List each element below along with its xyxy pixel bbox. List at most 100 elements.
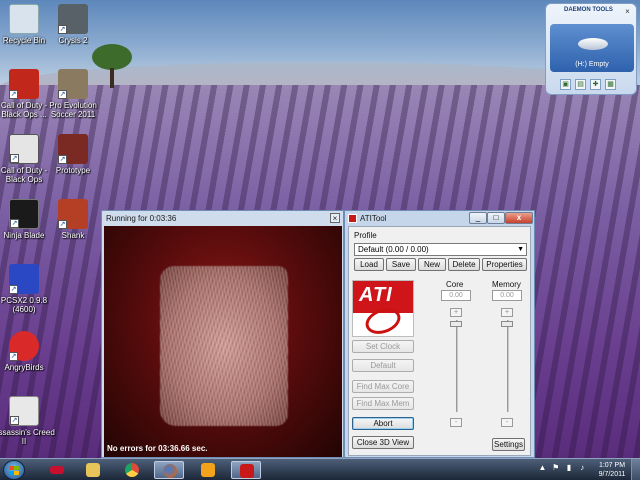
mount-icon[interactable]: ▣	[560, 79, 571, 90]
recycle-bin-icon	[9, 4, 39, 34]
daemon-toolbar: ▣ ▤ ✚ ▦	[560, 79, 624, 91]
desktop-icon-label: Prototype	[55, 166, 91, 175]
chrome-icon	[125, 463, 139, 477]
3d-render-view: No errors for 03:36.66 sec.	[104, 226, 342, 457]
network-icon[interactable]: ▮	[564, 463, 573, 472]
desktop-icon-label: Pro Evolution Soccer 2011	[49, 101, 97, 119]
running-window-titlebar[interactable]: Running for 0:03:36 ×	[102, 211, 343, 226]
memory-increase-button[interactable]: +	[501, 308, 513, 317]
system-tray: ▲ ⚑ ▮ ♪	[538, 463, 590, 477]
taskbar-amd[interactable]	[42, 461, 72, 479]
properties-button[interactable]: Properties	[482, 258, 527, 271]
default-button[interactable]: Default	[352, 359, 414, 372]
daemon-close-button[interactable]: ×	[623, 7, 632, 16]
core-slider-thumb[interactable]	[450, 321, 462, 327]
close-button[interactable]: x	[505, 212, 533, 224]
assassins-creed-icon: ↗	[9, 396, 39, 426]
profile-label: Profile	[354, 231, 377, 240]
running-window: Running for 0:03:36 × No errors for 03:3…	[101, 210, 344, 458]
desktop-icon-angry-birds[interactable]: ↗ AngryBirds	[0, 331, 55, 372]
desktop-icon-label: Crysis 2	[58, 36, 88, 45]
fur-cube-render	[160, 266, 288, 426]
show-desktop-button[interactable]	[631, 459, 640, 480]
ati-logo-text: ATI	[359, 284, 393, 306]
desktop-icon-pcsx2[interactable]: ↗ PCSX2 0.9.8 (4600)	[0, 264, 55, 314]
clock[interactable]: 1:07 PM 9/7/2011	[594, 461, 630, 479]
running-window-title: Running for 0:03:36	[106, 214, 177, 223]
atitool-titlebar[interactable]: ATITool _ □ x	[345, 211, 534, 226]
memory-slider-track[interactable]	[507, 320, 509, 412]
explorer-icon	[86, 463, 100, 477]
taskbar-firefox[interactable]	[154, 461, 184, 479]
taskbar-explorer[interactable]	[78, 461, 108, 479]
abort-button[interactable]: Abort	[352, 417, 414, 430]
taskbar-chrome[interactable]	[117, 461, 147, 479]
pcsx2-icon: ↗	[9, 264, 39, 294]
memory-clock-field[interactable]: 0.00	[492, 290, 522, 301]
core-decrease-button[interactable]: -	[450, 418, 462, 427]
desktop-icon-shank[interactable]: ↗ Shank	[42, 199, 104, 240]
core-slider-track[interactable]	[456, 320, 458, 412]
virtual-drive-label: (H:) Empty	[575, 61, 609, 68]
atitool-title: ATITool	[360, 214, 387, 223]
desktop-icon-assassins-creed[interactable]: ↗ Assassin's Creed II	[0, 396, 55, 446]
daemon-tools-gadget: DAEMON TOOLS × (H:) Empty ▣ ▤ ✚ ▦	[545, 3, 637, 95]
unmount-icon[interactable]: ▤	[575, 79, 586, 90]
new-button[interactable]: New	[418, 258, 446, 271]
disc-icon	[578, 38, 608, 50]
core-label: Core	[446, 280, 464, 289]
shank-icon: ↗	[58, 199, 88, 229]
maximize-button[interactable]: □	[487, 212, 505, 224]
desktop-icon-label: Assassin's Creed II	[0, 428, 55, 446]
show-hidden-icons-icon[interactable]: ▲	[538, 463, 547, 472]
settings-button[interactable]: Settings	[492, 438, 525, 451]
core-increase-button[interactable]: +	[450, 308, 462, 317]
desktop-icon-pes-2011[interactable]: ↗ Pro Evolution Soccer 2011	[42, 69, 104, 119]
atitool-window: ATITool _ □ x Profile Default (0.00 / 0.…	[344, 210, 535, 458]
load-button[interactable]: Load	[354, 258, 384, 271]
taskbar-atitool[interactable]	[231, 461, 261, 479]
action-center-icon[interactable]: ⚑	[551, 463, 560, 472]
clock-date: 9/7/2011	[598, 471, 626, 478]
atitool-body: Profile Default (0.00 / 0.00) ▼ Load Sav…	[348, 226, 531, 456]
profile-select-value: Default (0.00 / 0.00)	[358, 245, 429, 254]
ninja-blade-icon: ↗	[9, 199, 39, 229]
ati-logo: ATI	[352, 280, 414, 337]
daemon-tools-logo: DAEMON TOOLS	[564, 7, 613, 13]
start-button[interactable]	[3, 460, 25, 480]
memory-decrease-button[interactable]: -	[501, 418, 513, 427]
add-drive-icon[interactable]: ✚	[590, 79, 601, 90]
atitool-icon	[240, 464, 254, 478]
volume-icon[interactable]: ♪	[578, 463, 587, 472]
delete-button[interactable]: Delete	[448, 258, 480, 271]
desktop-icon-prototype[interactable]: ↗ Prototype	[42, 134, 104, 175]
firefox-icon	[163, 464, 177, 478]
core-clock-field[interactable]: 0.00	[441, 290, 471, 301]
catalog-icon[interactable]: ▦	[605, 79, 616, 90]
minimize-button[interactable]: _	[469, 212, 487, 224]
desktop-icon-crysis[interactable]: ↗ Crysis 2	[42, 4, 104, 45]
prototype-icon: ↗	[58, 134, 88, 164]
taskbar: ▲ ⚑ ▮ ♪ 1:07 PM 9/7/2011	[0, 458, 640, 480]
save-button[interactable]: Save	[386, 258, 416, 271]
crysis-icon: ↗	[58, 4, 88, 34]
windows-logo-icon	[9, 466, 19, 475]
virtual-drive-panel[interactable]: (H:) Empty	[550, 24, 634, 72]
running-window-close-button[interactable]: ×	[330, 213, 340, 223]
taskbar-media-player[interactable]	[193, 461, 223, 479]
set-clock-button[interactable]: Set Clock	[352, 340, 414, 353]
close-3d-view-button[interactable]: Close 3D View	[352, 436, 414, 449]
cod-icon: ↗	[9, 134, 39, 164]
clock-time: 1:07 PM	[598, 462, 626, 469]
pes-icon: ↗	[58, 69, 88, 99]
error-status-text: No errors for 03:36.66 sec.	[107, 444, 208, 453]
profile-select[interactable]: Default (0.00 / 0.00) ▼	[354, 243, 527, 256]
find-max-mem-button[interactable]: Find Max Mem	[352, 397, 414, 410]
atitool-icon	[348, 214, 357, 223]
memory-slider-thumb[interactable]	[501, 321, 513, 327]
amd-icon	[50, 466, 64, 474]
find-max-core-button[interactable]: Find Max Core	[352, 380, 414, 393]
media-player-icon	[201, 463, 215, 477]
angry-birds-icon: ↗	[9, 331, 39, 361]
chevron-down-icon: ▼	[517, 246, 524, 253]
